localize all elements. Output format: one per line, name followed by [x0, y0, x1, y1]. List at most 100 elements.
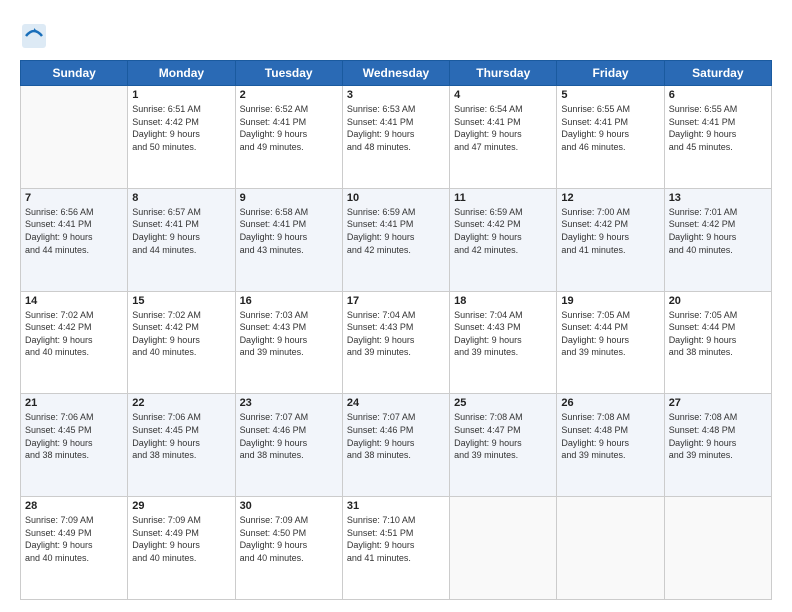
weekday-header-row: SundayMondayTuesdayWednesdayThursdayFrid…: [21, 61, 772, 86]
calendar-cell: 18 Sunrise: 7:04 AM Sunset: 4:43 PM Dayli…: [450, 291, 557, 394]
day-info: Sunrise: 7:08 AM Sunset: 4:47 PM Dayligh…: [454, 411, 552, 461]
day-info: Sunrise: 7:07 AM Sunset: 4:46 PM Dayligh…: [240, 411, 338, 461]
day-number: 13: [669, 192, 767, 204]
day-number: 27: [669, 397, 767, 409]
calendar-week-3: 14 Sunrise: 7:02 AM Sunset: 4:42 PM Dayli…: [21, 291, 772, 394]
calendar-week-2: 7Sunrise: 6:56 AM Sunset: 4:41 PM Daylig…: [21, 188, 772, 291]
calendar-cell: [450, 497, 557, 600]
day-info: Sunrise: 6:56 AM Sunset: 4:41 PM Dayligh…: [25, 206, 123, 256]
calendar-cell: 19 Sunrise: 7:05 AM Sunset: 4:44 PM Dayli…: [557, 291, 664, 394]
calendar-cell: 8Sunrise: 6:57 AM Sunset: 4:41 PM Daylig…: [128, 188, 235, 291]
logo: [20, 22, 52, 50]
weekday-sunday: Sunday: [21, 61, 128, 86]
day-info: Sunrise: 7:06 AM Sunset: 4:45 PM Dayligh…: [132, 411, 230, 461]
day-info: Sunrise: 7:00 AM Sunset: 4:42 PM Dayligh…: [561, 206, 659, 256]
day-number: 10: [347, 192, 445, 204]
day-info: Sunrise: 6:59 AM Sunset: 4:42 PM Dayligh…: [454, 206, 552, 256]
day-info: Sunrise: 6:54 AM Sunset: 4:41 PM Dayligh…: [454, 103, 552, 153]
day-number: 11: [454, 192, 552, 204]
day-number: 19: [561, 295, 659, 307]
calendar-cell: 1 Sunrise: 6:51 AM Sunset: 4:42 PM Daylig…: [128, 86, 235, 189]
calendar-cell: 7Sunrise: 6:56 AM Sunset: 4:41 PM Daylig…: [21, 188, 128, 291]
calendar-cell: 16 Sunrise: 7:03 AM Sunset: 4:43 PM Dayli…: [235, 291, 342, 394]
calendar-cell: [557, 497, 664, 600]
day-info: Sunrise: 6:55 AM Sunset: 4:41 PM Dayligh…: [669, 103, 767, 153]
calendar-cell: 29 Sunrise: 7:09 AM Sunset: 4:49 PM Dayli…: [128, 497, 235, 600]
day-info: Sunrise: 7:03 AM Sunset: 4:43 PM Dayligh…: [240, 309, 338, 359]
day-number: 21: [25, 397, 123, 409]
day-number: 20: [669, 295, 767, 307]
logo-icon: [20, 22, 48, 50]
calendar-cell: 6 Sunrise: 6:55 AM Sunset: 4:41 PM Daylig…: [664, 86, 771, 189]
day-info: Sunrise: 7:10 AM Sunset: 4:51 PM Dayligh…: [347, 514, 445, 564]
calendar-cell: 13 Sunrise: 7:01 AM Sunset: 4:42 PM Dayli…: [664, 188, 771, 291]
day-info: Sunrise: 6:59 AM Sunset: 4:41 PM Dayligh…: [347, 206, 445, 256]
day-info: Sunrise: 7:08 AM Sunset: 4:48 PM Dayligh…: [561, 411, 659, 461]
day-number: 3: [347, 89, 445, 101]
day-number: 22: [132, 397, 230, 409]
weekday-friday: Friday: [557, 61, 664, 86]
page: SundayMondayTuesdayWednesdayThursdayFrid…: [0, 0, 792, 612]
day-number: 16: [240, 295, 338, 307]
calendar-cell: 4 Sunrise: 6:54 AM Sunset: 4:41 PM Daylig…: [450, 86, 557, 189]
calendar-cell: 17Sunrise: 7:04 AM Sunset: 4:43 PM Dayli…: [342, 291, 449, 394]
day-number: 29: [132, 500, 230, 512]
day-number: 6: [669, 89, 767, 101]
calendar-cell: 5 Sunrise: 6:55 AM Sunset: 4:41 PM Daylig…: [557, 86, 664, 189]
day-info: Sunrise: 6:51 AM Sunset: 4:42 PM Dayligh…: [132, 103, 230, 153]
day-info: Sunrise: 6:52 AM Sunset: 4:41 PM Dayligh…: [240, 103, 338, 153]
day-info: Sunrise: 7:09 AM Sunset: 4:49 PM Dayligh…: [25, 514, 123, 564]
day-info: Sunrise: 6:53 AM Sunset: 4:41 PM Dayligh…: [347, 103, 445, 153]
weekday-saturday: Saturday: [664, 61, 771, 86]
calendar-cell: [21, 86, 128, 189]
weekday-wednesday: Wednesday: [342, 61, 449, 86]
day-info: Sunrise: 7:07 AM Sunset: 4:46 PM Dayligh…: [347, 411, 445, 461]
day-info: Sunrise: 7:02 AM Sunset: 4:42 PM Dayligh…: [25, 309, 123, 359]
day-number: 15: [132, 295, 230, 307]
day-info: Sunrise: 7:02 AM Sunset: 4:42 PM Dayligh…: [132, 309, 230, 359]
day-number: 25: [454, 397, 552, 409]
day-number: 14: [25, 295, 123, 307]
header: [20, 18, 772, 50]
calendar-week-1: 1 Sunrise: 6:51 AM Sunset: 4:42 PM Daylig…: [21, 86, 772, 189]
day-number: 1: [132, 89, 230, 101]
day-info: Sunrise: 7:09 AM Sunset: 4:49 PM Dayligh…: [132, 514, 230, 564]
day-number: 18: [454, 295, 552, 307]
day-number: 23: [240, 397, 338, 409]
calendar-cell: 24Sunrise: 7:07 AM Sunset: 4:46 PM Dayli…: [342, 394, 449, 497]
calendar-week-4: 21 Sunrise: 7:06 AM Sunset: 4:45 PM Dayli…: [21, 394, 772, 497]
calendar-cell: 31Sunrise: 7:10 AM Sunset: 4:51 PM Dayli…: [342, 497, 449, 600]
day-info: Sunrise: 6:55 AM Sunset: 4:41 PM Dayligh…: [561, 103, 659, 153]
day-info: Sunrise: 7:05 AM Sunset: 4:44 PM Dayligh…: [669, 309, 767, 359]
day-number: 9: [240, 192, 338, 204]
calendar-cell: [664, 497, 771, 600]
day-number: 12: [561, 192, 659, 204]
calendar-cell: 23 Sunrise: 7:07 AM Sunset: 4:46 PM Dayli…: [235, 394, 342, 497]
day-info: Sunrise: 7:06 AM Sunset: 4:45 PM Dayligh…: [25, 411, 123, 461]
day-info: Sunrise: 7:01 AM Sunset: 4:42 PM Dayligh…: [669, 206, 767, 256]
calendar-table: SundayMondayTuesdayWednesdayThursdayFrid…: [20, 60, 772, 600]
calendar-cell: 10 Sunrise: 6:59 AM Sunset: 4:41 PM Dayli…: [342, 188, 449, 291]
calendar-cell: 20 Sunrise: 7:05 AM Sunset: 4:44 PM Dayli…: [664, 291, 771, 394]
calendar-cell: 15 Sunrise: 7:02 AM Sunset: 4:42 PM Dayli…: [128, 291, 235, 394]
calendar-cell: 12 Sunrise: 7:00 AM Sunset: 4:42 PM Dayli…: [557, 188, 664, 291]
day-number: 2: [240, 89, 338, 101]
day-info: Sunrise: 7:04 AM Sunset: 4:43 PM Dayligh…: [454, 309, 552, 359]
weekday-tuesday: Tuesday: [235, 61, 342, 86]
calendar-week-5: 28Sunrise: 7:09 AM Sunset: 4:49 PM Dayli…: [21, 497, 772, 600]
day-number: 30: [240, 500, 338, 512]
day-info: Sunrise: 7:04 AM Sunset: 4:43 PM Dayligh…: [347, 309, 445, 359]
calendar-cell: 21 Sunrise: 7:06 AM Sunset: 4:45 PM Dayli…: [21, 394, 128, 497]
calendar-cell: 3 Sunrise: 6:53 AM Sunset: 4:41 PM Daylig…: [342, 86, 449, 189]
day-info: Sunrise: 7:05 AM Sunset: 4:44 PM Dayligh…: [561, 309, 659, 359]
calendar-cell: 11 Sunrise: 6:59 AM Sunset: 4:42 PM Dayli…: [450, 188, 557, 291]
calendar-cell: 28Sunrise: 7:09 AM Sunset: 4:49 PM Dayli…: [21, 497, 128, 600]
day-number: 5: [561, 89, 659, 101]
day-info: Sunrise: 7:08 AM Sunset: 4:48 PM Dayligh…: [669, 411, 767, 461]
day-info: Sunrise: 7:09 AM Sunset: 4:50 PM Dayligh…: [240, 514, 338, 564]
day-number: 26: [561, 397, 659, 409]
calendar-cell: 14 Sunrise: 7:02 AM Sunset: 4:42 PM Dayli…: [21, 291, 128, 394]
weekday-thursday: Thursday: [450, 61, 557, 86]
day-number: 4: [454, 89, 552, 101]
calendar-cell: 9Sunrise: 6:58 AM Sunset: 4:41 PM Daylig…: [235, 188, 342, 291]
